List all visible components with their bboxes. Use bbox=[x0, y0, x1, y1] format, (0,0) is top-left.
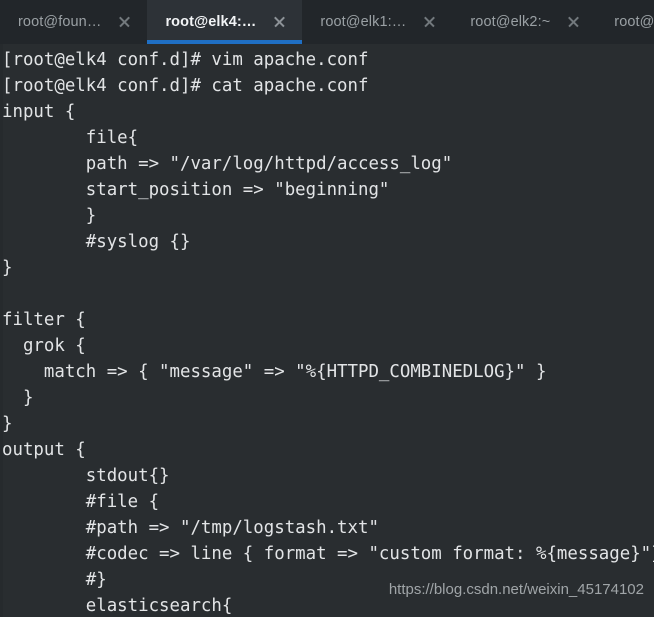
terminal-line: file{ bbox=[2, 128, 139, 148]
terminal-line: #syslog {} bbox=[2, 232, 191, 252]
tab-label: root@elk4:… bbox=[165, 14, 257, 30]
terminal-line: #file { bbox=[2, 492, 160, 512]
terminal-line: input { bbox=[2, 102, 76, 122]
terminal-line: grok { bbox=[2, 336, 86, 356]
tab-bar: root@foun… root@elk4:… root@elk1:… root@elk… bbox=[0, 0, 654, 44]
close-icon[interactable] bbox=[266, 8, 294, 36]
terminal-line: start_position => "beginning" bbox=[2, 180, 390, 200]
terminal-line: #path => "/tmp/logstash.txt" bbox=[2, 518, 379, 538]
terminal-line: } bbox=[2, 258, 13, 278]
terminal-body[interactable]: [root@elk4 conf.d]# vim apache.conf [root… bbox=[0, 44, 654, 617]
terminal-line: } bbox=[2, 206, 97, 226]
terminal-line: } bbox=[2, 414, 13, 434]
terminal-line: stdout{} bbox=[2, 466, 170, 486]
terminal-line: filter { bbox=[2, 310, 86, 330]
close-icon[interactable] bbox=[416, 8, 444, 36]
tab-label: root@elk2:~ bbox=[470, 14, 551, 30]
watermark-text: https://blog.csdn.net/weixin_45174102 bbox=[388, 581, 644, 598]
tab-4[interactable]: root@e bbox=[596, 0, 654, 44]
close-icon[interactable] bbox=[560, 8, 588, 36]
terminal-window: root@foun… root@elk4:… root@elk1:… root@elk… bbox=[0, 0, 654, 617]
terminal-line: [root@elk4 conf.d]# vim apache.conf bbox=[2, 50, 369, 70]
tab-1[interactable]: root@elk4:… bbox=[147, 0, 303, 44]
tab-0[interactable]: root@foun… bbox=[0, 0, 148, 44]
terminal-screen[interactable]: [root@elk4 conf.d]# vim apache.conf [root… bbox=[2, 47, 654, 617]
terminal-line: [root@elk4 conf.d]# cat apache.conf bbox=[2, 76, 369, 96]
terminal-line: } bbox=[2, 388, 34, 408]
tab-3[interactable]: root@elk2:~ bbox=[452, 0, 597, 44]
close-icon[interactable] bbox=[111, 8, 139, 36]
terminal-line: match => { "message" => "%{HTTPD_COMBINE… bbox=[2, 362, 547, 382]
terminal-line: #codec => line { format => "custom forma… bbox=[2, 544, 654, 564]
tab-2[interactable]: root@elk1:… bbox=[302, 0, 453, 44]
tab-label: root@foun… bbox=[18, 14, 102, 30]
tab-label: root@elk1:… bbox=[320, 14, 407, 30]
terminal-line: path => "/var/log/httpd/access_log" bbox=[2, 154, 453, 174]
terminal-line: output { bbox=[2, 440, 86, 460]
tab-label: root@e bbox=[614, 14, 654, 30]
